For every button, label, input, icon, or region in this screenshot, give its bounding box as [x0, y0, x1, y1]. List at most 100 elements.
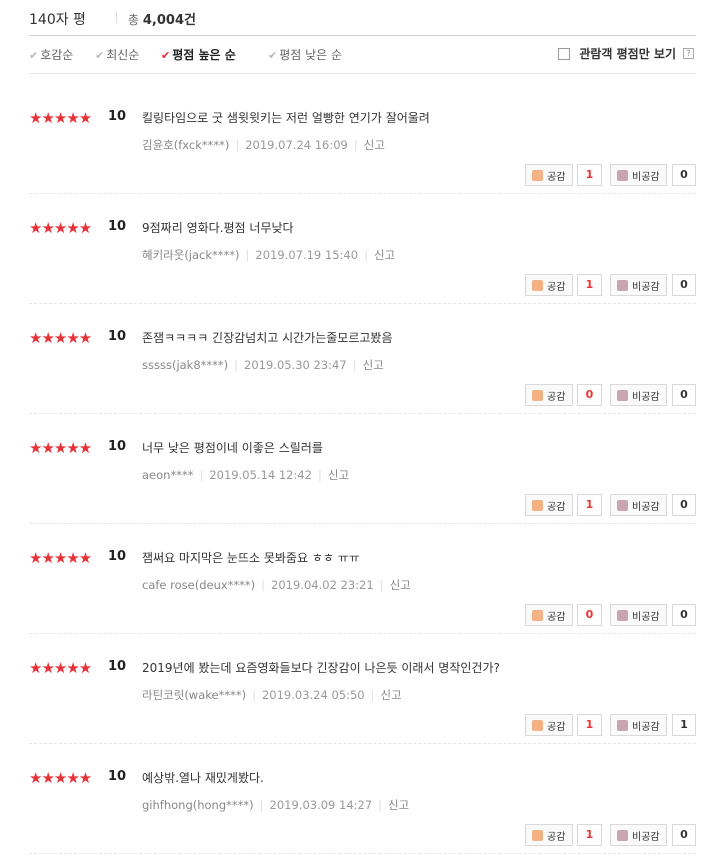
total-count: 총 4,004건: [128, 9, 196, 28]
like-count: 1: [577, 824, 602, 846]
review-score: 10: [108, 769, 127, 784]
dislike-button[interactable]: 비공감: [610, 494, 667, 516]
thumbs-up-icon: [532, 499, 543, 511]
dislike-button[interactable]: 비공감: [610, 164, 667, 186]
meta-divider: |: [199, 468, 204, 482]
report-link[interactable]: 신고: [364, 138, 385, 152]
sort-high-rating[interactable]: ✔ 평점 높은 순: [161, 46, 236, 63]
review-item: ★★★★★ 10 킬링타임으로 굿 샘윗윗키는 저런 얼빵한 연기가 잘어울려 김윤호…: [29, 84, 696, 194]
thumbs-down-icon: [617, 829, 628, 841]
review-text: 예상밖.열나 재밌게봤다.: [142, 771, 264, 785]
section-title: 140자 평: [29, 12, 86, 28]
like-label: 공감: [547, 611, 566, 623]
review-author[interactable]: 김윤호(fxck****): [142, 138, 229, 152]
review-item: ★★★★★ 10 너무 낮은 평점이네 이좋은 스릴러를 aeon**** | 2019.…: [29, 414, 696, 524]
meta-divider: |: [353, 138, 358, 152]
dislike-count: 0: [672, 164, 696, 186]
like-button[interactable]: 공감: [525, 494, 573, 516]
review-meta: 김윤호(fxck****) | 2019.07.24 16:09 | 신고: [142, 137, 385, 153]
star-rating: ★★★★★: [29, 109, 92, 127]
meta-divider: |: [370, 688, 375, 702]
like-button[interactable]: 공감: [525, 384, 573, 406]
review-author[interactable]: aeon****: [142, 468, 193, 482]
review-meta: sssss(jak8****) | 2019.05.30 23:47 | 신고: [142, 357, 384, 373]
review-date: 2019.03.09 14:27: [269, 798, 373, 812]
review-author[interactable]: gihfhong(hong****): [142, 798, 254, 812]
audience-checkbox[interactable]: [558, 47, 571, 60]
review-score: 10: [108, 329, 127, 344]
review-text: 2019년에 봤는데 요즘영화들보다 긴장감이 나은듯 이래서 명작인건가?: [142, 661, 500, 675]
check-icon: ✔: [161, 49, 171, 62]
audience-only-toggle[interactable]: 관람객 평점만 보기 ?: [558, 45, 694, 62]
review-item: ★★★★★ 10 잼써요 마지막은 눈뜨소 못봐줌요 ㅎㅎ ㅠㅠ cafe rose(…: [29, 524, 696, 634]
sort-label: 호감순: [40, 48, 74, 62]
like-label: 공감: [547, 831, 566, 843]
sort-low-rating[interactable]: ✔ 평점 낮은 순: [268, 46, 342, 63]
meta-divider: |: [259, 798, 264, 812]
like-button[interactable]: 공감: [525, 164, 573, 186]
report-link[interactable]: 신고: [388, 798, 409, 812]
dislike-button[interactable]: 비공감: [610, 274, 667, 296]
review-score: 10: [108, 439, 127, 454]
like-count: 1: [577, 164, 602, 186]
like-count: 0: [577, 384, 602, 406]
dislike-button[interactable]: 비공감: [610, 714, 667, 736]
thumbs-down-icon: [617, 609, 628, 621]
check-icon: ✔: [268, 49, 278, 62]
like-count: 1: [577, 714, 602, 736]
review-text: 너무 낮은 평점이네 이좋은 스릴러를: [142, 441, 323, 455]
sort-latest[interactable]: ✔ 최신순: [95, 46, 139, 63]
thumbs-up-icon: [532, 279, 543, 291]
report-link[interactable]: 신고: [380, 688, 401, 702]
dislike-label: 비공감: [632, 501, 660, 513]
review-date: 2019.07.19 15:40: [255, 248, 359, 262]
thumbs-down-icon: [617, 719, 628, 731]
dislike-count: 1: [672, 714, 696, 736]
star-rating: ★★★★★: [29, 769, 92, 787]
like-count: 1: [577, 274, 602, 296]
review-date: 2019.07.24 16:09: [245, 138, 348, 152]
review-item: ★★★★★ 10 2019년에 봤는데 요즘영화들보다 긴장감이 나은듯 이래서 명…: [29, 634, 696, 744]
thumbs-up-icon: [532, 389, 543, 401]
review-meta: 혜키라웃(jack****) | 2019.07.19 15:40 | 신고: [142, 247, 395, 263]
total-suffix: 건: [184, 13, 196, 28]
like-button[interactable]: 공감: [525, 714, 573, 736]
check-icon: ✔: [29, 49, 39, 62]
like-button[interactable]: 공감: [525, 274, 573, 296]
like-button[interactable]: 공감: [525, 604, 573, 626]
review-author[interactable]: sssss(jak8****): [142, 358, 228, 372]
review-meta: aeon**** | 2019.05.14 12:42 | 신고: [142, 467, 349, 483]
star-rating: ★★★★★: [29, 219, 92, 237]
sort-label: 평점 높은 순: [172, 48, 236, 62]
meta-divider: |: [352, 358, 357, 372]
review-date: 2019.05.30 23:47: [244, 358, 347, 372]
thumbs-up-icon: [532, 609, 543, 621]
review-item: ★★★★★ 10 존잼ㅋㅋㅋㅋ 긴장감넘치고 시간가는줄모르고봤음 sssss(jak…: [29, 304, 696, 414]
review-text: 존잼ㅋㅋㅋㅋ 긴장감넘치고 시간가는줄모르고봤음: [142, 331, 393, 345]
report-link[interactable]: 신고: [363, 358, 384, 372]
dislike-button[interactable]: 비공감: [610, 384, 667, 406]
like-count: 1: [577, 494, 602, 516]
review-author[interactable]: 라틴코릿(wake****): [142, 688, 246, 702]
review-author[interactable]: cafe rose(deux****): [142, 578, 255, 592]
thumbs-down-icon: [617, 279, 628, 291]
help-icon[interactable]: ?: [683, 48, 694, 59]
meta-divider: |: [235, 138, 240, 152]
sort-likes[interactable]: ✔ 호감순: [29, 46, 73, 63]
thumbs-down-icon: [617, 499, 628, 511]
star-rating: ★★★★★: [29, 439, 92, 457]
report-link[interactable]: 신고: [328, 468, 349, 482]
like-label: 공감: [547, 391, 566, 403]
review-date: 2019.04.02 23:21: [271, 578, 374, 592]
dislike-button[interactable]: 비공감: [610, 604, 667, 626]
review-meta: cafe rose(deux****) | 2019.04.02 23:21 | 신고: [142, 577, 411, 593]
meta-divider: |: [317, 468, 322, 482]
like-label: 공감: [547, 721, 566, 733]
like-button[interactable]: 공감: [525, 824, 573, 846]
dislike-button[interactable]: 비공감: [610, 824, 667, 846]
review-text: 잼써요 마지막은 눈뜨소 못봐줌요 ㅎㅎ ㅠㅠ: [142, 551, 360, 565]
review-meta: gihfhong(hong****) | 2019.03.09 14:27 | 신고: [142, 797, 409, 813]
report-link[interactable]: 신고: [374, 248, 395, 262]
report-link[interactable]: 신고: [390, 578, 411, 592]
review-author[interactable]: 혜키라웃(jack****): [142, 248, 240, 262]
